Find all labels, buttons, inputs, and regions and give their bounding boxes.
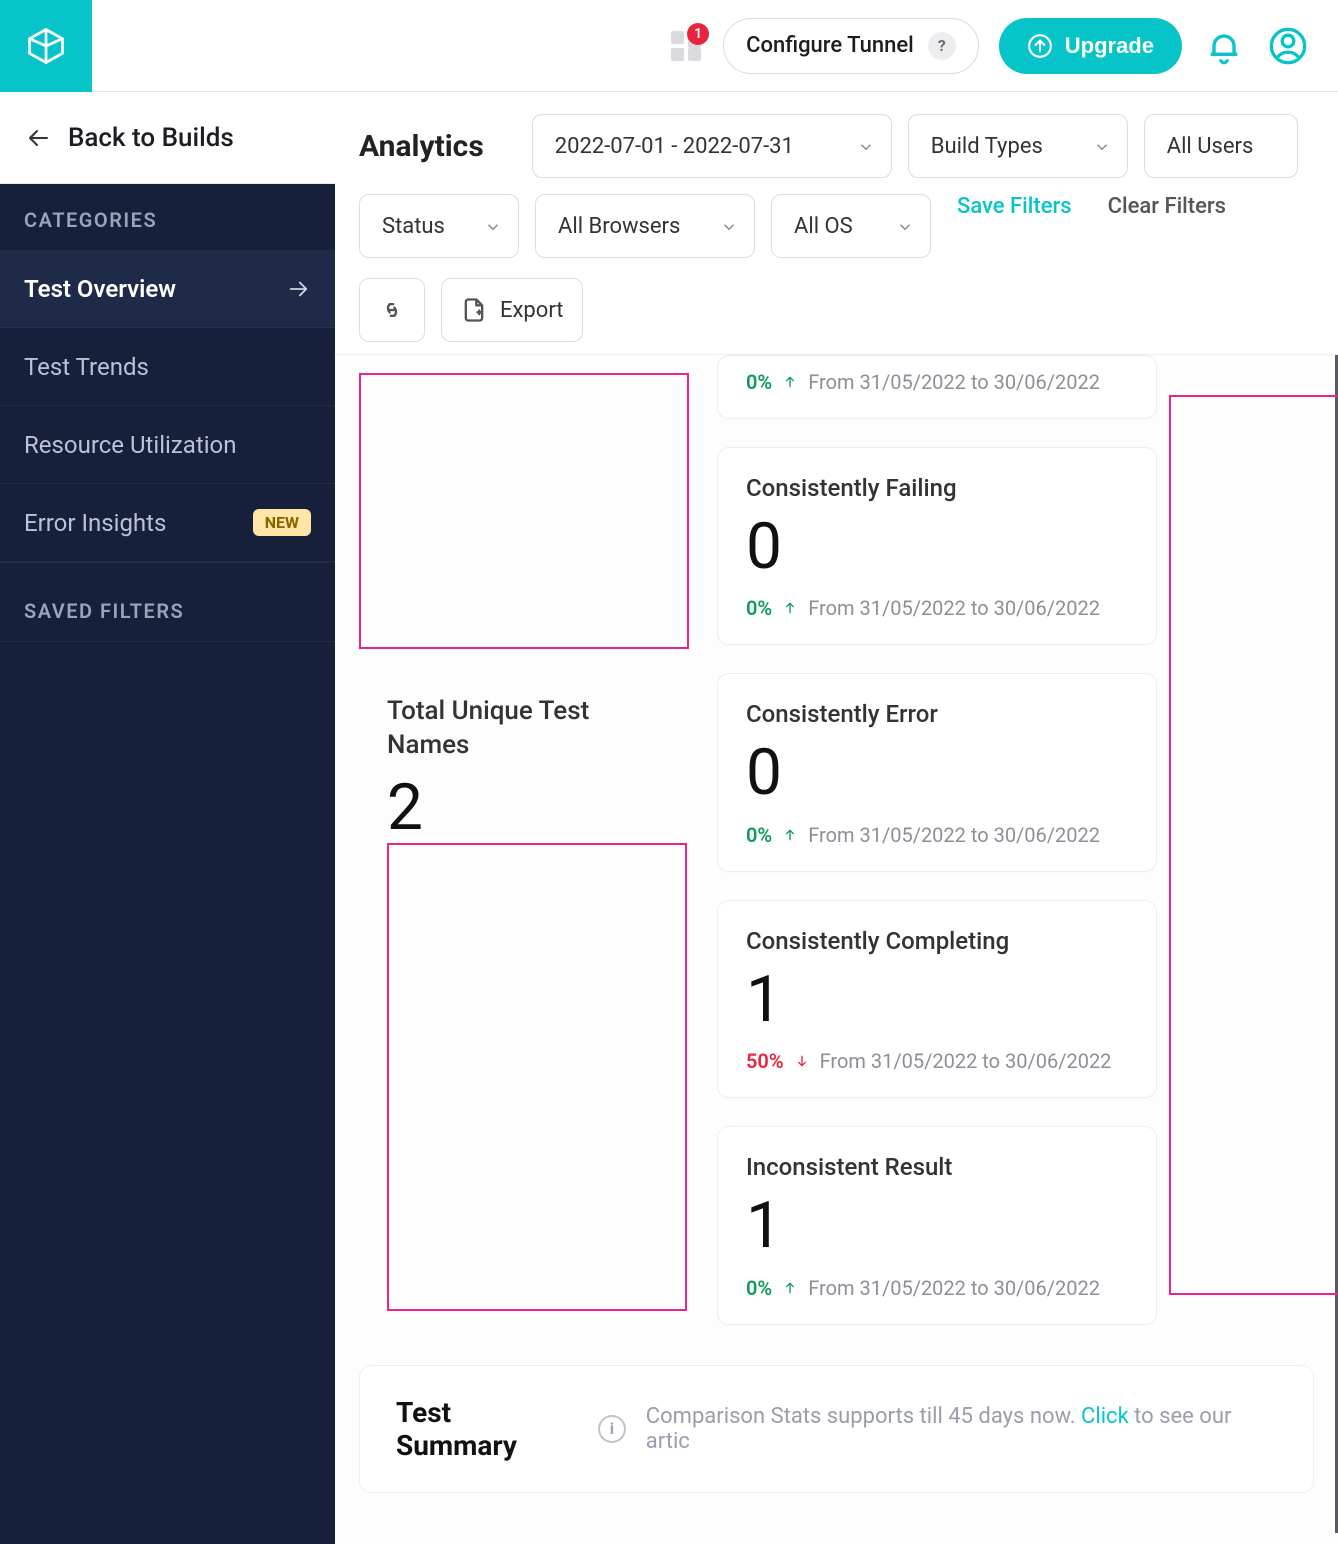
trend-percent: 0%: [746, 596, 772, 620]
sidebar-item-test-trends[interactable]: Test Trends: [0, 328, 335, 406]
sidebar-item-label: Test Overview: [24, 275, 176, 303]
status-label: Status: [382, 214, 445, 239]
card-trend: 50% From 31/05/2022 to 30/06/2022: [746, 1049, 1128, 1073]
metric-card: 0% From 31/05/2022 to 30/06/2022: [717, 355, 1157, 419]
sidebar-item-label: Error Insights: [24, 509, 166, 537]
share-link-button[interactable]: [359, 278, 425, 342]
test-summary-section: Test Summary i Comparison Stats supports…: [359, 1365, 1314, 1493]
summary-hint: Comparison Stats supports till 45 days n…: [646, 1404, 1277, 1454]
trend-percent: 0%: [746, 1276, 772, 1300]
status-select[interactable]: Status: [359, 194, 519, 258]
back-label: Back to Builds: [68, 123, 234, 153]
upgrade-label: Upgrade: [1065, 33, 1154, 59]
trend-range: From 31/05/2022 to 30/06/2022: [808, 823, 1100, 847]
card-title: Consistently Completing: [746, 927, 1128, 955]
arrow-right-icon: [285, 278, 311, 300]
build-types-label: Build Types: [931, 134, 1043, 159]
trend-percent: 0%: [746, 823, 772, 847]
total-unique-test-names-card: Total Unique Test Names 2: [359, 695, 689, 843]
save-filters-link[interactable]: Save Filters: [947, 194, 1082, 258]
sidebar-item-error-insights[interactable]: Error Insights NEW: [0, 484, 335, 562]
notification-badge: 1: [687, 23, 709, 45]
filter-toolbar: Analytics 2022-07-01 - 2022-07-31 Build …: [335, 92, 1338, 355]
sidebar: Back to Builds CATEGORIES Test Overview …: [0, 92, 335, 1544]
date-range-select[interactable]: 2022-07-01 - 2022-07-31: [532, 114, 892, 178]
export-icon: [460, 296, 488, 324]
card-trend: 0% From 31/05/2022 to 30/06/2022: [746, 823, 1128, 847]
card-title: Consistently Error: [746, 700, 1128, 728]
hint-prefix: Comparison Stats supports till 45 days n…: [646, 1404, 1081, 1429]
browsers-label: All Browsers: [558, 214, 680, 239]
card-value: 1: [746, 1191, 1128, 1261]
highlight-box: [1169, 395, 1338, 1295]
trend-percent: 0%: [746, 370, 772, 394]
metric-card: Consistently Completing 1 50% From 31/05/20…: [717, 900, 1157, 1098]
build-types-select[interactable]: Build Types: [908, 114, 1128, 178]
sidebar-item-resource-utilization[interactable]: Resource Utilization: [0, 406, 335, 484]
export-label: Export: [500, 298, 564, 323]
trend-range: From 31/05/2022 to 30/06/2022: [808, 596, 1100, 620]
chevron-down-icon: [896, 217, 914, 235]
info-icon[interactable]: i: [598, 1415, 626, 1443]
upgrade-button[interactable]: Upgrade: [999, 18, 1182, 74]
test-summary-title: Test Summary: [396, 1396, 578, 1462]
highlight-box: [387, 843, 687, 1311]
sidebar-item-label: Resource Utilization: [24, 431, 236, 459]
chevron-down-icon: [857, 137, 875, 155]
configure-tunnel-button[interactable]: Configure Tunnel ?: [723, 18, 979, 74]
configure-tunnel-label: Configure Tunnel: [746, 33, 914, 58]
notifications-icon[interactable]: [1202, 24, 1246, 68]
main-content: Analytics 2022-07-01 - 2022-07-31 Build …: [335, 92, 1338, 1544]
trend-arrow-icon: [782, 827, 798, 843]
card-value: 2: [387, 773, 661, 843]
trend-range: From 31/05/2022 to 30/06/2022: [820, 1049, 1112, 1073]
page-title: Analytics: [359, 129, 484, 164]
chevron-down-icon: [720, 217, 738, 235]
os-select[interactable]: All OS: [771, 194, 931, 258]
chevron-down-icon: [484, 217, 502, 235]
card-title: Consistently Failing: [746, 474, 1128, 502]
browsers-select[interactable]: All Browsers: [535, 194, 755, 258]
sidebar-item-test-overview[interactable]: Test Overview: [0, 250, 335, 328]
brand-logo[interactable]: [0, 0, 92, 92]
new-badge: NEW: [253, 509, 311, 536]
trend-range: From 31/05/2022 to 30/06/2022: [808, 370, 1100, 394]
clear-filters-link[interactable]: Clear Filters: [1098, 194, 1236, 258]
card-trend: 0% From 31/05/2022 to 30/06/2022: [746, 370, 1128, 394]
chevron-down-icon: [1093, 137, 1111, 155]
summary-link[interactable]: Click: [1081, 1404, 1129, 1429]
trend-arrow-icon: [794, 1053, 810, 1069]
card-trend: 0% From 31/05/2022 to 30/06/2022: [746, 596, 1128, 620]
saved-filters-header: SAVED FILTERS: [0, 562, 335, 642]
back-to-builds-link[interactable]: Back to Builds: [0, 92, 335, 184]
profile-icon[interactable]: [1266, 24, 1310, 68]
metric-card: Consistently Error 0 0% From 31/05/2022 to …: [717, 673, 1157, 871]
card-title: Inconsistent Result: [746, 1153, 1128, 1181]
trend-percent: 50%: [746, 1049, 784, 1073]
help-icon: ?: [928, 32, 956, 60]
users-label: All Users: [1167, 134, 1254, 159]
card-value: 1: [746, 965, 1128, 1035]
categories-header: CATEGORIES: [0, 184, 335, 250]
card-value: 0: [746, 738, 1128, 808]
trend-arrow-icon: [782, 374, 798, 390]
date-range-label: 2022-07-01 - 2022-07-31: [555, 134, 794, 159]
card-title: Total Unique Test Names: [387, 695, 661, 763]
arrow-left-icon: [24, 126, 54, 150]
trend-arrow-icon: [782, 1280, 798, 1296]
link-icon: [378, 296, 406, 324]
metric-card: Consistently Failing 0 0% From 31/05/2022 t…: [717, 447, 1157, 645]
upgrade-icon: [1027, 33, 1053, 59]
trend-arrow-icon: [782, 600, 798, 616]
card-trend: 0% From 31/05/2022 to 30/06/2022: [746, 1276, 1128, 1300]
sidebar-item-label: Test Trends: [24, 353, 149, 381]
apps-grid-icon[interactable]: 1: [669, 29, 703, 63]
users-select[interactable]: All Users: [1144, 114, 1299, 178]
highlight-box: [359, 373, 689, 649]
export-button[interactable]: Export: [441, 278, 583, 342]
card-value: 0: [746, 512, 1128, 582]
metric-card: Inconsistent Result 1 0% From 31/05/2022 to…: [717, 1126, 1157, 1324]
os-label: All OS: [794, 214, 853, 239]
trend-range: From 31/05/2022 to 30/06/2022: [808, 1276, 1100, 1300]
